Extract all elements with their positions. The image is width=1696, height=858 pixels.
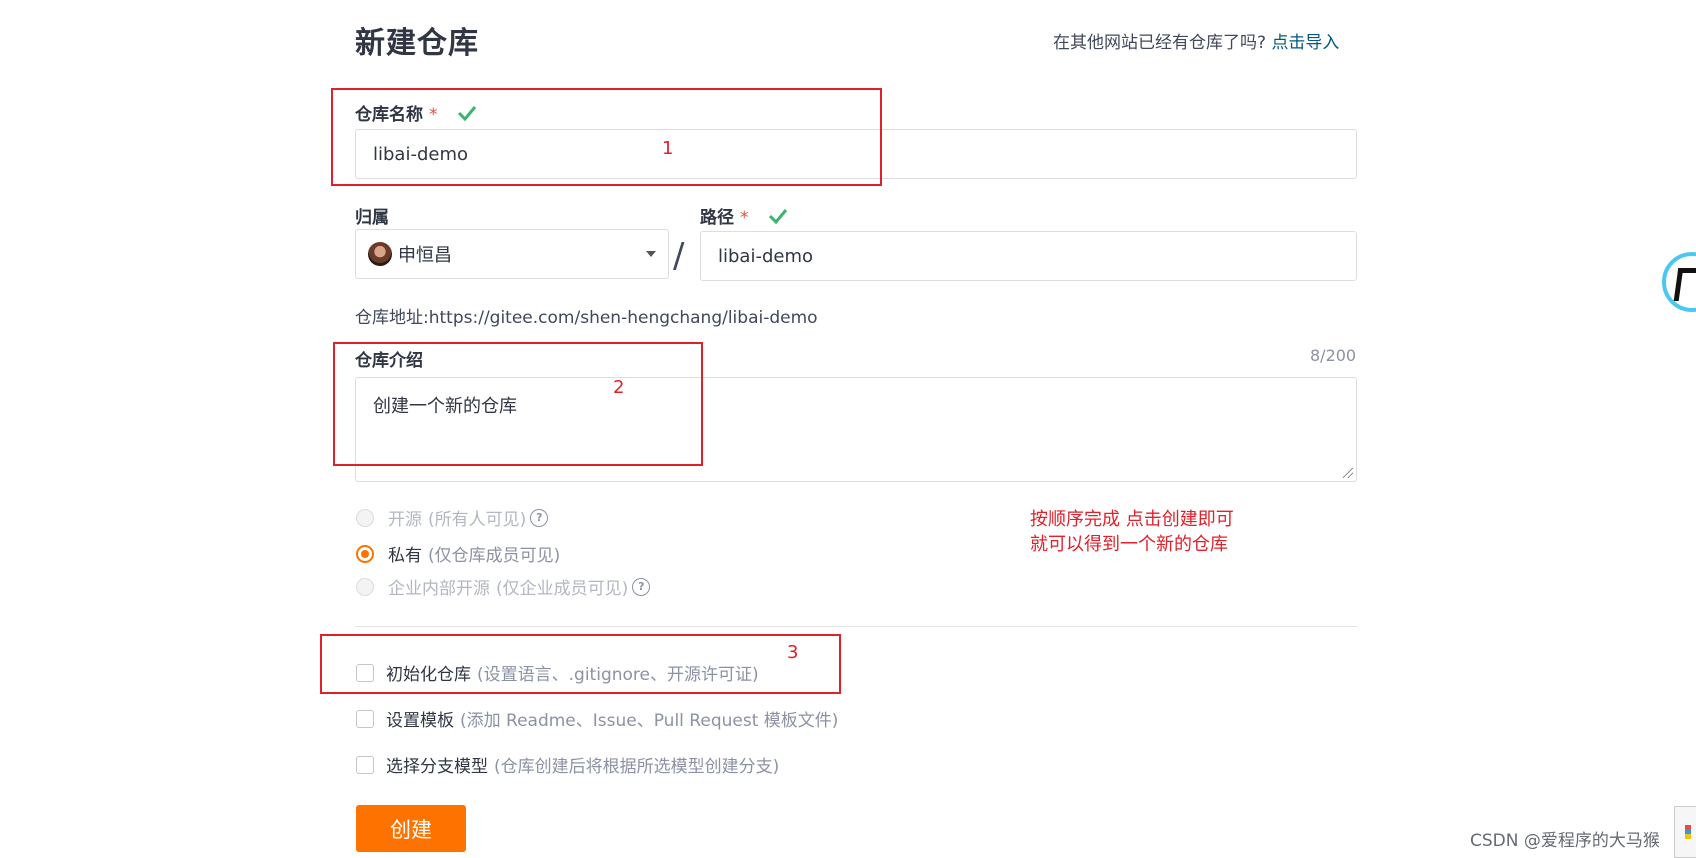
help-icon[interactable]: ? xyxy=(530,508,549,527)
annotation-number-2: 2 xyxy=(613,377,625,398)
repo-address: 仓库地址:https://gitee.com/shen-hengchang/li… xyxy=(355,303,818,328)
chevron-down-icon xyxy=(646,251,656,257)
option-label: 私有 xyxy=(388,546,422,566)
option-note: (仓库创建后将根据所选模型创建分支) xyxy=(494,757,780,777)
owner-select[interactable]: 申恒昌 xyxy=(355,229,669,279)
radio-button[interactable] xyxy=(356,508,374,527)
divider xyxy=(355,626,1357,627)
floating-assistant-icon[interactable] xyxy=(1662,252,1696,312)
toolbar-widget-icon[interactable] xyxy=(1674,806,1696,858)
annotation-number-1: 1 xyxy=(662,138,674,159)
resize-handle-icon[interactable] xyxy=(1343,468,1353,478)
help-icon[interactable]: ? xyxy=(632,577,651,596)
import-hint: 在其他网站已经有仓库了吗? 点击导入 xyxy=(1053,28,1339,53)
avatar xyxy=(368,242,392,266)
path-label: 路径 xyxy=(700,208,734,228)
radio-button[interactable] xyxy=(356,577,374,596)
option-branch-model[interactable]: 选择分支模型 (仓库创建后将根据所选模型创建分支) xyxy=(356,752,779,777)
option-note: (所有人可见) xyxy=(428,510,527,530)
annotation-box-1 xyxy=(331,88,882,186)
option-label: 选择分支模型 xyxy=(386,757,488,777)
option-note: (仅企业成员可见) xyxy=(496,579,629,599)
import-link[interactable]: 点击导入 xyxy=(1271,33,1339,53)
owner-label: 归属 xyxy=(355,208,389,228)
watermark: CSDN @爱程序的大马猴 xyxy=(1470,831,1660,851)
import-prompt: 在其他网站已经有仓库了吗? xyxy=(1053,33,1267,53)
annotation-box-2 xyxy=(333,342,703,466)
path-separator: / xyxy=(673,236,685,276)
checkbox[interactable] xyxy=(356,709,374,728)
annotation-box-3 xyxy=(320,634,841,694)
page-title: 新建仓库 xyxy=(355,26,479,61)
annotation-note: 按顺序完成 点击创建即可 就可以得到一个新的仓库 xyxy=(1030,507,1234,557)
visibility-option-public[interactable]: 开源 (所有人可见) ? xyxy=(356,505,549,530)
annotation-note-line: 就可以得到一个新的仓库 xyxy=(1030,534,1228,555)
checkbox[interactable] xyxy=(356,755,374,774)
visibility-option-enterprise[interactable]: 企业内部开源 (仅企业成员可见) ? xyxy=(356,574,651,599)
annotation-note-line: 按顺序完成 点击创建即可 xyxy=(1030,509,1234,530)
option-template[interactable]: 设置模板 (添加 Readme、Issue、Pull Request 模板文件) xyxy=(356,706,838,731)
char-counter: 8/200 xyxy=(1310,346,1357,365)
required-mark: * xyxy=(740,208,749,228)
option-note: (添加 Readme、Issue、Pull Request 模板文件) xyxy=(460,711,839,731)
create-button[interactable]: 创建 xyxy=(356,805,466,852)
option-label: 企业内部开源 xyxy=(388,579,490,599)
annotation-number-3: 3 xyxy=(787,642,799,663)
path-input[interactable]: libai-demo xyxy=(700,231,1357,281)
option-label: 设置模板 xyxy=(386,711,454,731)
radio-button-selected[interactable] xyxy=(356,544,374,563)
check-icon xyxy=(769,209,788,225)
path-label-row: 路径 * xyxy=(700,203,788,228)
visibility-option-private[interactable]: 私有 (仅仓库成员可见) xyxy=(356,541,560,566)
option-note: (仅仓库成员可见) xyxy=(428,546,561,566)
repo-address-url: https://gitee.com/shen-hengchang/libai-d… xyxy=(428,308,818,328)
owner-value: 申恒昌 xyxy=(398,245,452,266)
repo-address-label: 仓库地址: xyxy=(355,308,429,328)
option-label: 开源 xyxy=(388,510,422,530)
